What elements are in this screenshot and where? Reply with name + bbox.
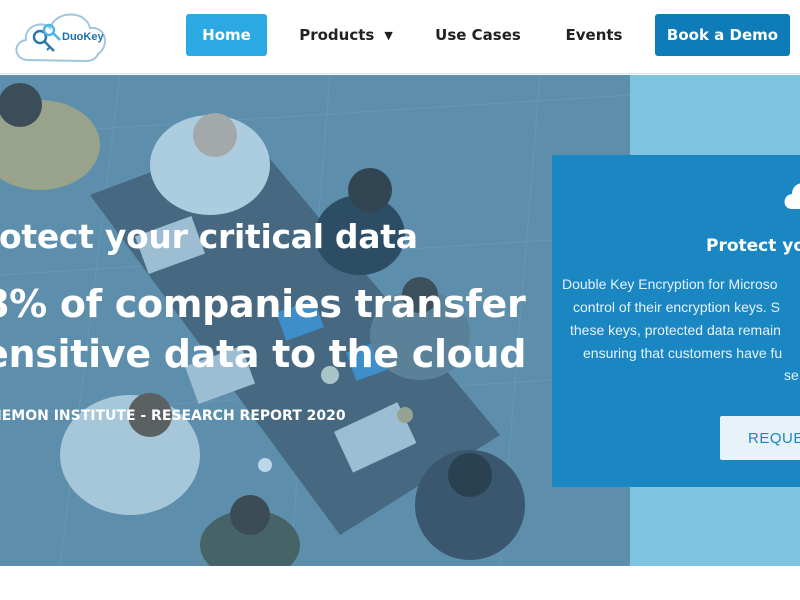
hero-statistic-line-2: ensitive data to the cloud (0, 332, 527, 376)
nav-home-label: Home (202, 26, 251, 44)
nav-products-label: Products (299, 26, 375, 44)
cloud-key-logo-icon: DuoKey (15, 13, 106, 63)
card-description-line: ensuring that customers have fu (583, 345, 783, 361)
book-demo-button[interactable]: Book a Demo (655, 14, 790, 56)
card-description-line: control of their encryption keys. S (573, 299, 780, 315)
nav-use-cases-link[interactable]: Use Cases (430, 14, 526, 56)
nav-products-menu[interactable]: Products ▼ (290, 14, 402, 56)
cloud-icon (784, 183, 800, 209)
nav-home-button[interactable]: Home (186, 14, 267, 56)
site-header: DuoKey Home Products ▼ Use Cases Events … (0, 0, 800, 74)
nav-events-link[interactable]: Events (560, 14, 628, 56)
card-description-line: se (784, 367, 799, 383)
logo-text: DuoKey (62, 31, 104, 43)
hero-statistic-line-1: 8% of companies transfer (0, 282, 526, 326)
hero-source-citation: NEMON INSTITUTE - RESEARCH REPORT 2020 (0, 408, 346, 424)
card-title: Protect yo (706, 236, 800, 256)
nav-events-label: Events (565, 26, 623, 44)
caret-down-icon: ▼ (384, 28, 393, 42)
request-button[interactable]: REQUES (720, 416, 800, 460)
hero-headline: rotect your critical data (0, 217, 418, 256)
book-demo-label: Book a Demo (666, 26, 779, 44)
duokey-logo[interactable]: DuoKey (10, 4, 112, 66)
nav-use-cases-label: Use Cases (435, 26, 521, 44)
card-description-line: these keys, protected data remain (570, 322, 781, 338)
card-description-line: Double Key Encryption for Microso (562, 276, 778, 292)
request-button-label: REQUES (748, 429, 800, 447)
